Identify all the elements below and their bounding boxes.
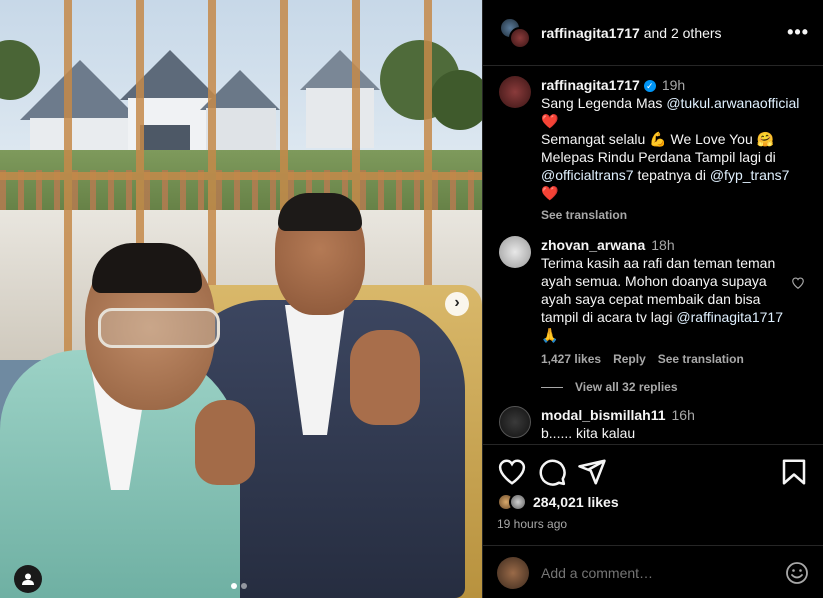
likes-count[interactable]: 284,021 likes xyxy=(533,494,619,510)
avatar[interactable] xyxy=(499,236,531,268)
co-authors[interactable]: and 2 others xyxy=(644,25,722,41)
view-replies-button[interactable]: View all 32 replies xyxy=(541,380,807,394)
caption-text: tepatnya di xyxy=(633,167,710,183)
caption: raffinagita1717 ✓ 19h Sang Legenda Mas @tu… xyxy=(499,76,807,224)
author-username[interactable]: raffinagita1717 xyxy=(541,25,640,41)
mention-link[interactable]: @fyp_trans7 xyxy=(710,167,790,183)
carousel-dot xyxy=(231,583,237,589)
more-options-icon[interactable]: ••• xyxy=(787,22,809,43)
comment-time: 18h xyxy=(651,237,675,253)
add-comment-bar xyxy=(483,545,823,598)
like-heart-icon[interactable] xyxy=(497,457,527,487)
avatar[interactable] xyxy=(499,406,531,438)
heart-emoji: ❤️ xyxy=(541,113,559,129)
post-photo[interactable]: › xyxy=(0,0,482,598)
photo-hair-right xyxy=(278,193,362,231)
see-translation-link[interactable]: See translation xyxy=(658,350,744,368)
emoji-icon[interactable] xyxy=(785,561,809,585)
divider xyxy=(541,386,563,388)
comment-time: 19h xyxy=(661,77,686,93)
comment-input[interactable] xyxy=(541,564,785,581)
mention-link[interactable]: @tukul.arwanaofficial xyxy=(666,95,799,111)
carousel-dot xyxy=(241,583,247,589)
post-actions: 284,021 likes 19 hours ago xyxy=(483,444,823,598)
photo-glasses xyxy=(98,308,220,348)
comment-username[interactable]: raffinagita1717 xyxy=(541,77,640,93)
post-header: raffinagita1717 and 2 others ••• xyxy=(483,0,823,66)
verified-badge-icon: ✓ xyxy=(643,80,656,93)
caption-text: Semangat selalu 💪 We Love You 🤗 xyxy=(541,131,775,147)
view-replies-label: View all 32 replies xyxy=(575,380,678,394)
comment-username[interactable]: modal_bismillah11 xyxy=(541,407,666,423)
photo-thumbs-up-left xyxy=(195,400,255,485)
comment-username[interactable]: zhovan_arwana xyxy=(541,237,645,253)
comment-likes[interactable]: 1,427 likes xyxy=(541,350,601,368)
comment-text: b...... kita kalau xyxy=(541,425,636,441)
next-slide-button[interactable]: › xyxy=(445,292,469,316)
post-timestamp[interactable]: 19 hours ago xyxy=(497,517,809,531)
heart-icon[interactable] xyxy=(791,276,807,368)
post-modal: › raffinagita1717 and 2 others ••• raffi… xyxy=(0,0,823,598)
reply-button[interactable]: Reply xyxy=(613,350,646,368)
avatar[interactable] xyxy=(499,76,531,108)
comment-text-tail: 🙏 xyxy=(541,327,559,343)
author-avatars[interactable] xyxy=(499,16,531,49)
comment-bubble-icon[interactable] xyxy=(537,457,567,487)
bookmark-icon[interactable] xyxy=(779,457,809,487)
post-side-panel: raffinagita1717 and 2 others ••• raffina… xyxy=(482,0,823,598)
mention-link[interactable]: @raffinagita1717 xyxy=(676,309,783,325)
carousel-dots xyxy=(231,583,247,589)
tagged-users-button[interactable] xyxy=(14,565,42,593)
mention-link[interactable]: @officialtrans7 xyxy=(541,167,634,183)
comment: modal_bismillah11 16h b...... kita kalau xyxy=(499,406,807,442)
see-translation-link[interactable]: See translation xyxy=(541,206,807,224)
avatar xyxy=(509,26,531,49)
avatar xyxy=(497,556,529,589)
comments-list[interactable]: raffinagita1717 ✓ 19h Sang Legenda Mas @tu… xyxy=(483,66,823,444)
comment-time: 16h xyxy=(671,407,695,423)
photo-hair-left xyxy=(92,243,202,293)
post-authors: raffinagita1717 and 2 others xyxy=(541,25,787,41)
photo-thumbs-up-right xyxy=(350,330,420,425)
caption-text: Melepas Rindu Perdana Tampil lagi di xyxy=(541,149,776,165)
user-icon xyxy=(22,573,34,585)
comment: zhovan_arwana 18h Terima kasih aa rafi da… xyxy=(499,236,807,368)
liker-avatar xyxy=(509,493,527,511)
caption-text: Sang Legenda Mas xyxy=(541,95,667,111)
share-send-icon[interactable] xyxy=(577,457,607,487)
heart-emoji: ❤️ xyxy=(541,185,559,201)
